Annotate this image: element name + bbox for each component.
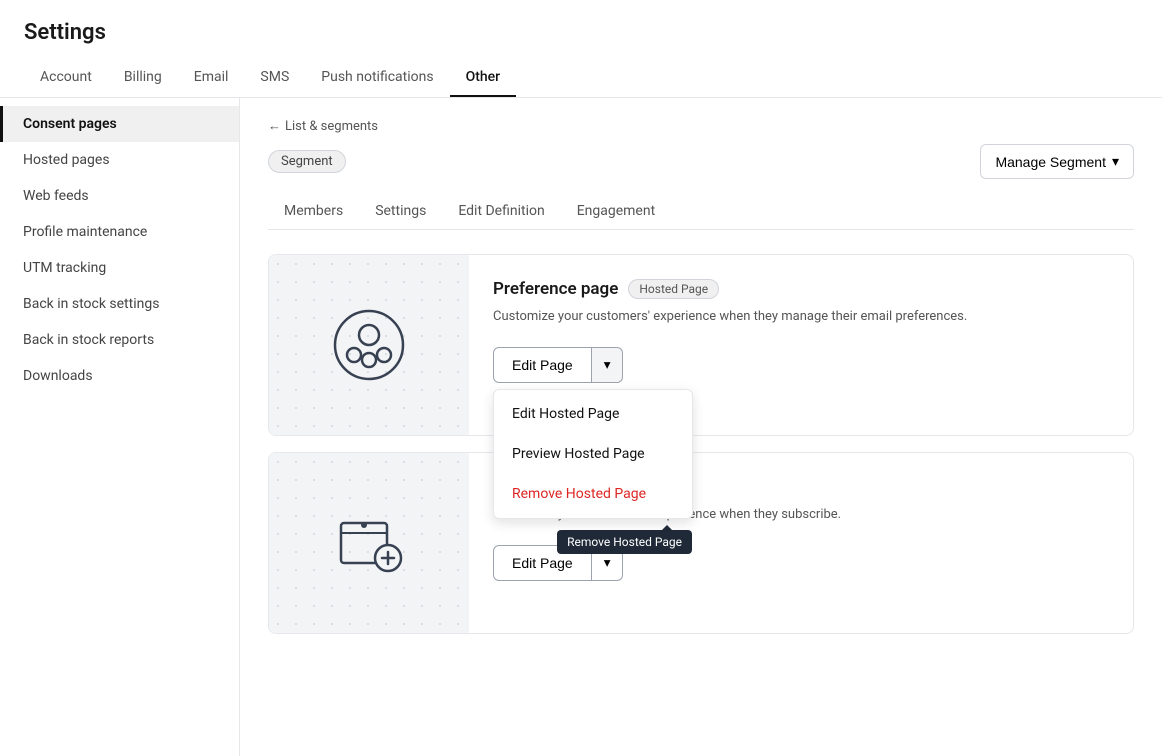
preference-page-body: Preference page Hosted Page Customize yo… bbox=[469, 255, 1133, 435]
nav-other[interactable]: Other bbox=[450, 59, 517, 97]
preference-dropdown-toggle[interactable]: ▾ bbox=[592, 347, 624, 383]
nav-email[interactable]: Email bbox=[178, 59, 245, 97]
preference-page-title: Preference page bbox=[493, 279, 618, 299]
page-title: Settings bbox=[24, 20, 1138, 45]
preference-edit-page-button[interactable]: Edit Page bbox=[493, 347, 592, 383]
preference-page-thumbnail bbox=[269, 255, 469, 435]
dropdown-chevron-icon: ▾ bbox=[604, 357, 611, 373]
segment-header: Segment Manage Segment ▾ bbox=[268, 144, 1134, 179]
preference-page-actions: Edit Page ▾ Edit Hosted Page Preview Hos… bbox=[493, 347, 1109, 383]
sidebar-item-back-in-stock-reports[interactable]: Back in stock reports bbox=[0, 322, 239, 358]
layout: Consent pages Hosted pages Web feeds Pro… bbox=[0, 98, 1162, 756]
sub-nav-edit-definition[interactable]: Edit Definition bbox=[442, 195, 560, 229]
dropdown-item-remove-hosted-page[interactable]: Remove Hosted Page bbox=[494, 474, 692, 514]
sidebar-item-web-feeds[interactable]: Web feeds bbox=[0, 178, 239, 214]
main-content: ← List & segments Segment Manage Segment… bbox=[240, 98, 1162, 756]
preference-page-tag: Hosted Page bbox=[628, 279, 719, 299]
preference-page-title-row: Preference page Hosted Page bbox=[493, 279, 1109, 299]
sub-nav: Members Settings Edit Definition Engagem… bbox=[268, 195, 1134, 230]
breadcrumb-link[interactable]: ← List & segments bbox=[268, 118, 378, 134]
subscribe-page-thumbnail bbox=[269, 453, 469, 633]
nav-sms[interactable]: SMS bbox=[244, 59, 305, 97]
breadcrumb: ← List & segments bbox=[268, 118, 1134, 134]
sidebar-item-hosted-pages[interactable]: Hosted pages bbox=[0, 142, 239, 178]
manage-segment-button[interactable]: Manage Segment ▾ bbox=[980, 144, 1134, 179]
arrow-icon: ← bbox=[268, 118, 281, 134]
preference-page-desc: Customize your customers' experience whe… bbox=[493, 307, 1109, 327]
breadcrumb-label: List & segments bbox=[285, 119, 378, 134]
top-nav: Account Billing Email SMS Push notificat… bbox=[24, 59, 1138, 97]
remove-hosted-page-tooltip: Remove Hosted Page bbox=[557, 530, 692, 554]
nav-push-notifications[interactable]: Push notifications bbox=[305, 59, 449, 97]
subscribe-dropdown-chevron-icon: ▾ bbox=[604, 555, 611, 571]
chevron-down-icon: ▾ bbox=[1112, 153, 1119, 170]
nav-account[interactable]: Account bbox=[24, 59, 108, 97]
sidebar-item-back-in-stock-settings[interactable]: Back in stock settings bbox=[0, 286, 239, 322]
page-header: Settings Account Billing Email SMS Push … bbox=[0, 0, 1162, 98]
sidebar-item-utm-tracking[interactable]: UTM tracking bbox=[0, 250, 239, 286]
subscribe-page-card: Subscribe page Customize your customers'… bbox=[268, 452, 1134, 634]
dropdown-item-preview-hosted-page[interactable]: Preview Hosted Page bbox=[494, 434, 692, 474]
nav-billing[interactable]: Billing bbox=[108, 59, 178, 97]
segment-badge: Segment bbox=[268, 150, 346, 173]
preference-page-card: Preference page Hosted Page Customize yo… bbox=[268, 254, 1134, 436]
sidebar-item-downloads[interactable]: Downloads bbox=[0, 358, 239, 394]
dropdown-item-edit-hosted-page[interactable]: Edit Hosted Page bbox=[494, 394, 692, 434]
sidebar: Consent pages Hosted pages Web feeds Pro… bbox=[0, 98, 240, 756]
sidebar-item-consent-pages[interactable]: Consent pages bbox=[0, 106, 239, 142]
sidebar-item-profile-maintenance[interactable]: Profile maintenance bbox=[0, 214, 239, 250]
sub-nav-members[interactable]: Members bbox=[268, 195, 359, 229]
sub-nav-engagement[interactable]: Engagement bbox=[561, 195, 671, 229]
manage-segment-label: Manage Segment bbox=[995, 154, 1106, 170]
preference-dropdown-menu: Edit Hosted Page Preview Hosted Page Rem… bbox=[493, 389, 693, 519]
sub-nav-settings[interactable]: Settings bbox=[359, 195, 442, 229]
